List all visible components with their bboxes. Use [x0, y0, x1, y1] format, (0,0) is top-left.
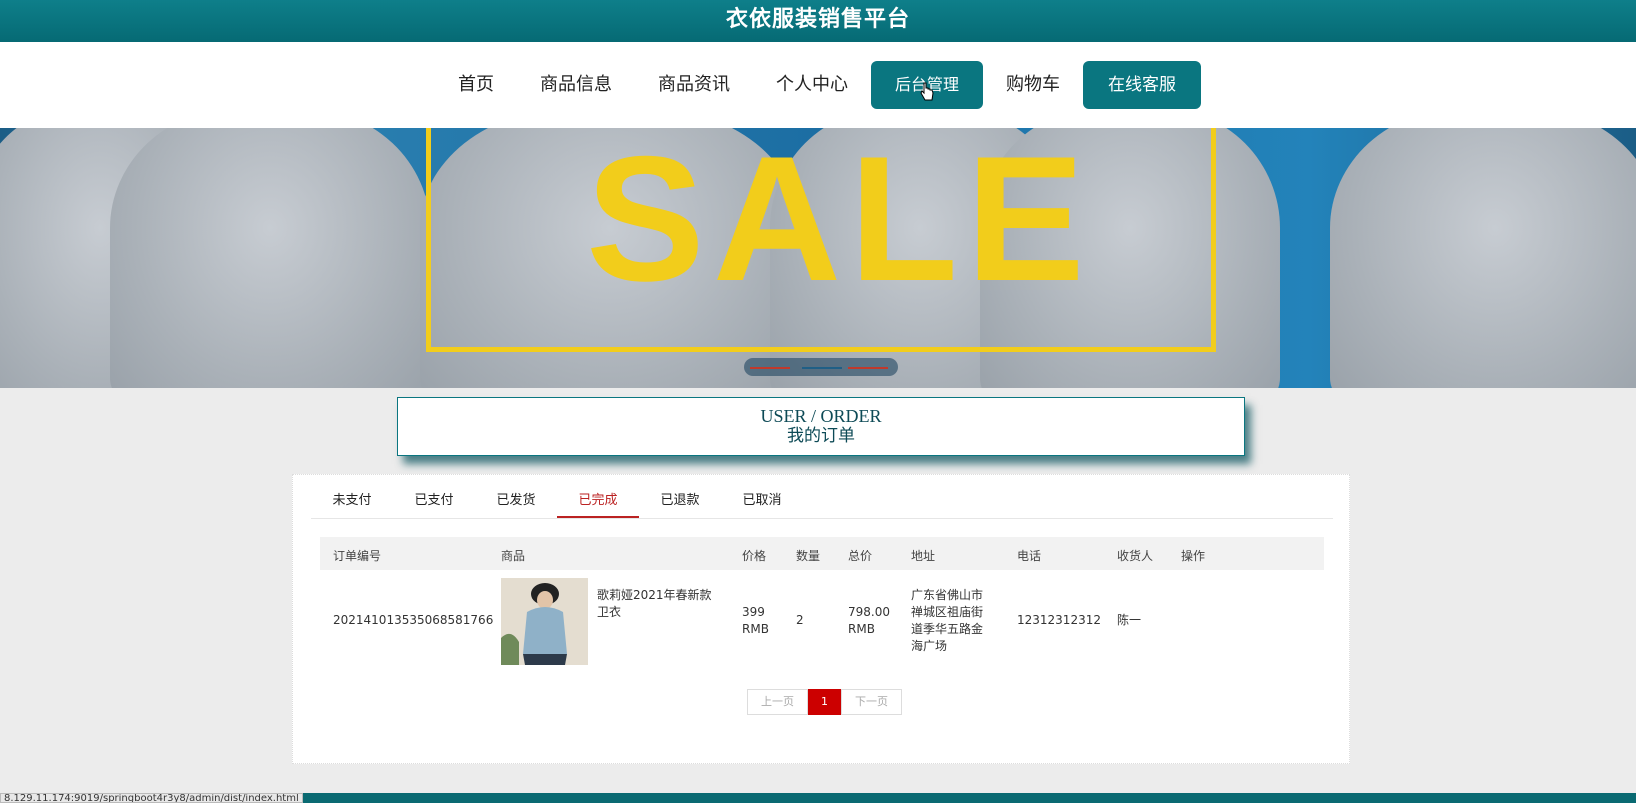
phone: 12312312312 [1017, 613, 1101, 627]
order-status-tabs: 未支付 已支付 已发货 已完成 已退款 已取消 [311, 485, 1333, 519]
col-quantity: 数量 [796, 549, 821, 563]
receiver: 陈一 [1117, 613, 1142, 627]
table-row[interactable]: 202141013535068581766 歌莉娅2021年春新款卫衣 399 … [320, 570, 1324, 670]
tab-paid[interactable]: 已支付 [393, 485, 475, 518]
carousel-dot[interactable] [848, 367, 888, 369]
carousel-indicators[interactable] [744, 358, 898, 376]
promo-banner[interactable]: SALE [0, 128, 1636, 388]
address: 广东省佛山市禅城区祖庙街道季华五路金海广场 [911, 588, 984, 653]
model-figure [1330, 128, 1636, 388]
product-name[interactable]: 歌莉娅2021年春新款卫衣 [597, 587, 717, 621]
col-phone: 电话 [1017, 549, 1042, 563]
site-title: 衣依服装销售平台 [725, 7, 910, 32]
nav-cart[interactable]: 购物车 [983, 61, 1083, 109]
pagination: 上一页 1 下一页 [747, 689, 902, 715]
prev-page-button[interactable]: 上一页 [747, 689, 808, 715]
col-product: 商品 [501, 549, 526, 563]
order-table: 订单编号 商品 价格 数量 总价 地址 电话 收货人 操作 2021410135… [320, 537, 1324, 670]
top-header: 衣依服装销售平台 [0, 0, 1636, 42]
col-address: 地址 [911, 549, 936, 563]
next-page-button[interactable]: 下一页 [841, 689, 902, 715]
col-price: 价格 [742, 549, 767, 563]
nav-personal-center[interactable]: 个人中心 [753, 61, 871, 109]
col-total: 总价 [848, 549, 873, 563]
col-receiver: 收货人 [1117, 549, 1154, 563]
heading-chinese: 我的订单 [787, 426, 855, 445]
sale-text: SALE [586, 128, 1093, 318]
total-price: 798.00 RMB [848, 605, 890, 636]
product-photo-icon [501, 578, 588, 665]
product-image[interactable] [501, 578, 588, 665]
carousel-dot[interactable] [802, 367, 842, 369]
model-figure [110, 128, 430, 388]
nav-home[interactable]: 首页 [435, 61, 517, 109]
carousel-dot[interactable] [750, 367, 790, 369]
heading-english: USER / ORDER [760, 406, 882, 426]
tab-refunded[interactable]: 已退款 [639, 485, 721, 518]
tab-cancelled[interactable]: 已取消 [721, 485, 803, 518]
quantity: 2 [796, 613, 804, 627]
tab-completed[interactable]: 已完成 [557, 485, 639, 518]
nav-products[interactable]: 商品信息 [517, 61, 635, 109]
tab-shipped[interactable]: 已发货 [475, 485, 557, 518]
nav-online-service-button[interactable]: 在线客服 [1083, 61, 1202, 109]
col-actions: 操作 [1181, 549, 1206, 563]
browser-status-url: 8.129.11.174:9019/springboot4r3y8/admin/… [0, 793, 303, 803]
main-nav: 首页 商品信息 商品资讯 个人中心 后台管理 购物车 在线客服 [0, 42, 1636, 128]
col-order-no: 订单编号 [333, 549, 382, 563]
nav-news[interactable]: 商品资讯 [635, 61, 753, 109]
page-1-button[interactable]: 1 [808, 689, 841, 715]
table-header: 订单编号 商品 价格 数量 总价 地址 电话 收货人 操作 [320, 537, 1324, 570]
order-panel: 未支付 已支付 已发货 已完成 已退款 已取消 订单编号 商品 价格 数量 总价… [292, 474, 1350, 764]
order-number: 202141013535068581766 [333, 613, 494, 627]
price: 399 RMB [742, 605, 769, 636]
hand-cursor-icon [920, 82, 934, 101]
section-heading: USER / ORDER 我的订单 [397, 397, 1245, 456]
tab-unpaid[interactable]: 未支付 [311, 485, 393, 518]
